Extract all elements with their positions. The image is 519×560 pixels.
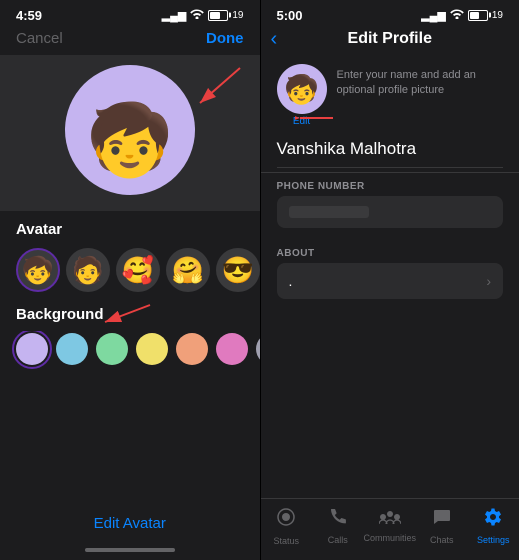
edit-label-below[interactable]: Edit [293,116,310,127]
color-option-5[interactable] [216,333,248,365]
color-option-1[interactable] [56,333,88,365]
avatar-section-label: Avatar [0,211,260,244]
tab-status-label: Status [273,536,299,546]
color-option-3[interactable] [136,333,168,365]
about-label: ABOUT [277,248,504,259]
avatar-emoji-preview: 🧒 [86,105,173,175]
status-icon [275,506,297,534]
done-button[interactable]: Done [206,30,244,47]
calls-icon [328,507,348,533]
avatar-preview-area: 🧒 [0,55,260,211]
background-section: Background [0,302,260,331]
about-value: . [289,273,293,289]
avatar-emoji-0: 🧒 [22,257,54,283]
avatar-emoji-4: 😎 [222,257,254,283]
battery-icon-right [468,10,488,21]
wifi-icon-right [450,8,464,22]
avatar-option-2[interactable]: 🥰 [116,248,160,292]
communities-icon [379,508,401,531]
phone-label: PHONE NUMBER [277,181,504,192]
tab-calls[interactable]: Calls [312,507,364,545]
name-field: Vanshika Malhotra [261,139,519,173]
color-option-4[interactable] [176,333,208,365]
tab-settings-label: Settings [477,535,510,545]
color-options-row [0,331,260,377]
tab-chats-label: Chats [430,535,454,545]
tab-chats[interactable]: Chats [416,507,468,545]
cancel-button[interactable]: Cancel [16,30,63,47]
right-panel: 5:00 ▂▄▆ 19 ‹ Edit Profile 🧒 Edit Enter … [261,0,519,560]
profile-avatar-emoji: 🧒 [284,73,319,106]
top-nav-left: Cancel Done [0,28,260,55]
battery-pct-right: 19 [492,10,503,21]
signal-icon-right: ▂▄▆ [421,9,446,22]
wifi-icon-left [190,8,204,22]
status-icons-right: ▂▄▆ 19 [421,8,503,22]
settings-icon [483,507,503,533]
phone-value [289,206,369,218]
chats-icon [432,507,452,533]
profile-avatar-small[interactable]: 🧒 [277,64,327,114]
home-indicator-left [85,548,175,552]
avatar-emoji-2: 🥰 [122,257,154,283]
tab-communities[interactable]: Communities [364,508,417,543]
about-section: ABOUT . › [261,240,519,299]
signal-icon-left: ▂▄▆ [162,9,187,22]
avatar-option-0[interactable]: 🧒 [16,248,60,292]
phone-value-box[interactable] [277,196,504,228]
about-chevron-icon: › [486,273,491,289]
tab-settings[interactable]: Settings [468,507,519,545]
top-nav-right: ‹ Edit Profile [261,28,519,56]
status-time-left: 4:59 [16,8,42,23]
avatar-option-1[interactable]: 🧑 [66,248,110,292]
edit-avatar-button[interactable]: Edit Avatar [94,515,166,532]
avatar-preview-circle: 🧒 [65,65,195,195]
avatar-option-4[interactable]: 😎 [216,248,260,292]
status-bar-left: 4:59 ▂▄▆ 19 [0,0,260,28]
profile-avatar-container: 🧒 Edit [277,64,327,127]
avatar-options-row: 🧒 🧑 🥰 🤗 😎 [0,244,260,302]
status-time-right: 5:00 [277,8,303,23]
background-label: Background [0,302,260,331]
color-option-0[interactable] [16,333,48,365]
bottom-tab-bar: Status Calls Communities Chats Settings [261,498,519,560]
phone-section: PHONE NUMBER [261,173,519,240]
profile-name[interactable]: Vanshika Malhotra [277,139,504,168]
avatar-emoji-3: 🤗 [172,257,204,283]
tab-status[interactable]: Status [261,506,313,546]
tab-communities-label: Communities [364,533,417,543]
tab-calls-label: Calls [328,535,348,545]
color-option-2[interactable] [96,333,128,365]
about-value-row[interactable]: . › [277,263,504,299]
back-button[interactable]: ‹ [271,28,278,51]
avatar-emoji-1: 🧑 [72,257,104,283]
avatar-option-3[interactable]: 🤗 [166,248,210,292]
left-panel: 4:59 ▂▄▆ 19 Cancel Done 🧒 Avat [0,0,260,560]
page-title: Edit Profile [348,30,432,48]
status-icons-left: ▂▄▆ 19 [162,8,244,22]
status-bar-right: 5:00 ▂▄▆ 19 [261,0,519,28]
battery-icon-left [208,10,228,21]
color-option-6[interactable] [256,333,260,365]
battery-pct-left: 19 [232,10,243,21]
profile-hint: Enter your name and add an optional prof… [337,64,504,99]
profile-header: 🧒 Edit Enter your name and add an option… [261,56,519,139]
